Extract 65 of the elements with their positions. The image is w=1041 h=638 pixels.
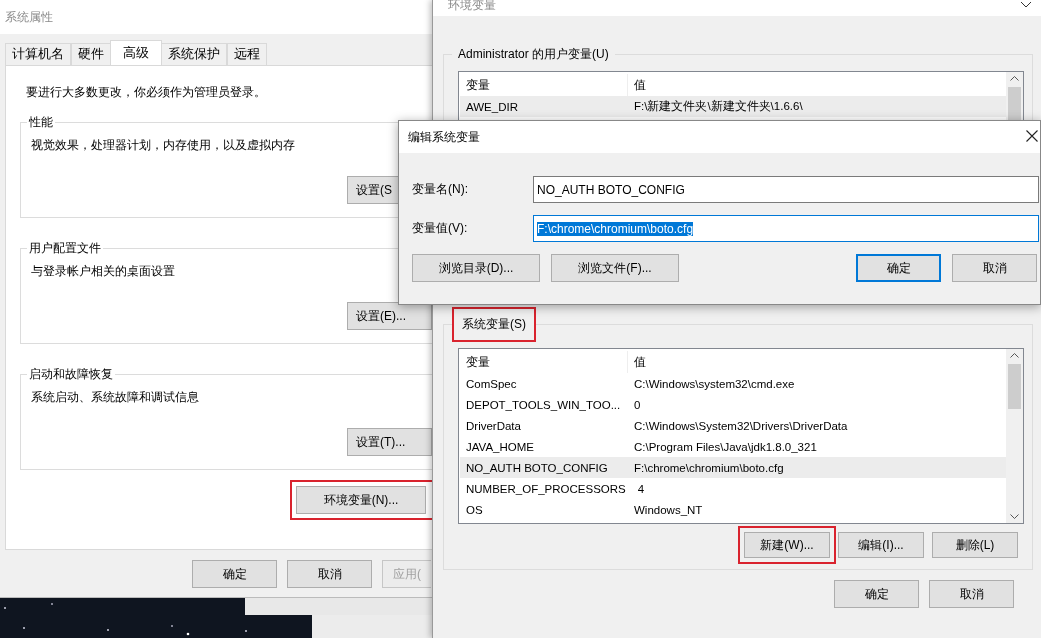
variable-name: JAVA_HOME <box>465 440 535 453</box>
group-title: 性能 <box>28 114 54 131</box>
dialog-button[interactable]: 确定 <box>192 560 277 588</box>
settings-button[interactable]: 设置(E)... <box>347 302 432 330</box>
input-field[interactable]: NO_AUTH BOTO_CONFIG <box>533 176 1039 203</box>
scrollbar[interactable] <box>1006 349 1023 523</box>
variable-name: DriverData <box>465 419 522 432</box>
dialog-button[interactable]: 取消 <box>929 580 1014 608</box>
dialog-button[interactable]: 浏览目录(D)... <box>412 254 540 282</box>
list-row[interactable]: NO_AUTH BOTO_CONFIG F:\chrome\chromium\boto.cfg <box>460 457 1006 478</box>
dialog-button[interactable]: 取消 <box>952 254 1037 282</box>
group-description: 系统启动、系统故障和调试信息 <box>31 389 199 406</box>
notice-text: 要进行大多数更改，你必须作为管理员登录。 <box>26 84 267 101</box>
group-title: 启动和故障恢复 <box>28 366 114 383</box>
variable-value: F:\chrome\chromium\boto.cfg <box>633 461 784 474</box>
variable-name: NUMBER_OF_PROCESSORS <box>465 482 627 495</box>
dialog-button[interactable]: 取消 <box>287 560 372 588</box>
scroll-thumb[interactable] <box>1008 364 1021 409</box>
variable-name: NO_AUTH BOTO_CONFIG <box>465 461 609 474</box>
variable-value: 4 <box>636 482 645 495</box>
settings-button[interactable]: 设置(T)... <box>347 428 432 456</box>
scroll-up-icon[interactable] <box>1010 353 1019 358</box>
variable-value: 0 <box>633 398 641 411</box>
list-action-button[interactable]: 编辑(I)... <box>838 532 924 558</box>
group-title: 用户配置文件 <box>28 240 102 257</box>
variable-name: AWE_DIR <box>465 100 519 113</box>
list-row[interactable]: ComSpec C:\Windows\system32\cmd.exe <box>460 373 1006 394</box>
window-title: 编辑系统变量 <box>408 130 480 144</box>
tab[interactable]: 系统保护 <box>161 43 227 65</box>
variable-value: Windows_NT <box>633 503 703 516</box>
group-description: 视觉效果，处理器计划，内存使用，以及虚拟内存 <box>31 137 295 154</box>
input-field[interactable]: F:\chrome\chromium\boto.cfg <box>533 215 1039 242</box>
tab[interactable]: 远程 <box>227 43 267 65</box>
list-row[interactable]: AWE_DIR F:\新建文件夹\新建文件夹\1.6.6\ <box>460 96 1006 117</box>
variable-name: DEPOT_TOOLS_WIN_TOO... <box>465 398 622 411</box>
column-header[interactable]: 值 <box>628 77 646 93</box>
field-label: 变量值(V): <box>412 220 469 237</box>
list-row[interactable]: OS Windows_NT <box>460 499 1006 520</box>
dialog-button[interactable]: 确定 <box>834 580 919 608</box>
column-header[interactable]: 变量 <box>460 351 628 373</box>
tab[interactable]: 硬件 <box>71 43 111 65</box>
scroll-down-icon[interactable] <box>1010 514 1019 519</box>
list-action-button[interactable]: 新建(W)... <box>744 532 830 558</box>
column-header[interactable]: 值 <box>628 354 646 370</box>
window-title: 系统属性 <box>5 10 53 24</box>
variable-name: ComSpec <box>465 377 518 390</box>
scroll-up-icon[interactable] <box>1010 76 1019 81</box>
group-title: 系统变量(S) <box>452 307 536 342</box>
variable-name: OS <box>465 503 484 516</box>
group-title: Administrator 的用户变量(U) <box>457 46 610 63</box>
tab[interactable]: 高级 <box>110 40 162 65</box>
variable-value: C:\Windows\System32\Drivers\DriverData <box>633 419 848 432</box>
variable-value: C:\Program Files\Java\jdk1.8.0_321 <box>633 440 817 453</box>
list-action-button[interactable]: 删除(L) <box>932 532 1018 558</box>
variable-value: F:\新建文件夹\新建文件夹\1.6.6\ <box>633 99 803 114</box>
list-row[interactable]: DEPOT_TOOLS_WIN_TOO... 0 <box>460 394 1006 415</box>
list-row[interactable]: JAVA_HOME C:\Program Files\Java\jdk1.8.0_321 <box>460 436 1006 457</box>
tab[interactable]: 计算机名 <box>5 43 71 65</box>
list-row[interactable]: DriverData C:\Windows\System32\Drivers\DriverData <box>460 415 1006 436</box>
variable-value: C:\Windows\system32\cmd.exe <box>633 377 795 390</box>
environment-variables-button[interactable]: 环境变量(N)... <box>296 486 426 514</box>
dialog-button[interactable]: 浏览文件(F)... <box>551 254 679 282</box>
group-description: 与登录帐户相关的桌面设置 <box>31 263 175 280</box>
list-row[interactable]: NUMBER_OF_PROCESSORS 4 <box>460 478 1006 499</box>
dialog-button[interactable]: 确定 <box>856 254 941 282</box>
